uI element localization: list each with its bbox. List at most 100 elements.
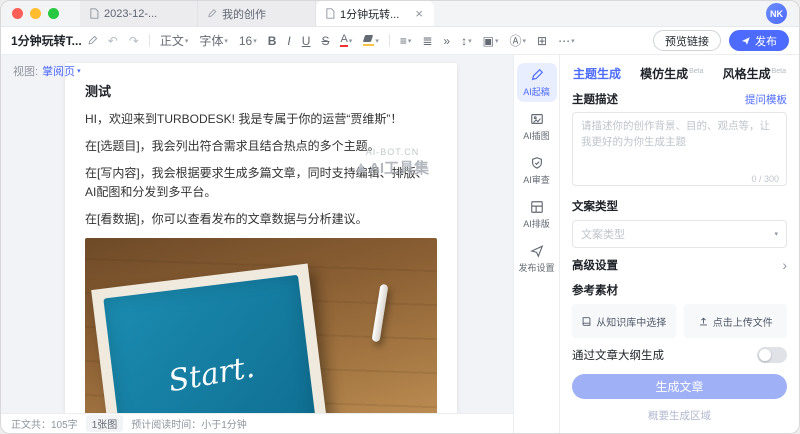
rail-item-ai-illustration[interactable]: AI插图: [517, 107, 557, 146]
italic-button[interactable]: I: [284, 33, 293, 49]
font-color-icon: A: [340, 34, 347, 47]
preview-link-button[interactable]: 预览链接: [653, 30, 721, 51]
photo-blue-card: Start.: [103, 275, 319, 413]
list-button[interactable]: ≣: [419, 33, 435, 49]
paragraph-style-dropdown[interactable]: 正文▾: [157, 31, 192, 50]
editor-canvas[interactable]: 视图: 掌阅页 ▾ 测试 HI，欢迎来到TURBODESK! 我是专属于你的运营…: [1, 55, 513, 413]
rail-item-ai-layout[interactable]: AI排版: [517, 195, 557, 234]
toolbar-divider: [389, 34, 390, 47]
tab-current-doc[interactable]: 1分钟玩转... ×: [316, 1, 434, 26]
photo-chalk-stick: [372, 284, 389, 343]
upload-file-button[interactable]: 点击上传文件: [684, 304, 788, 338]
close-window-button[interactable]: [12, 8, 23, 19]
outline-toggle[interactable]: [757, 347, 787, 363]
minimize-window-button[interactable]: [30, 8, 41, 19]
summary-area-hint: 概要生成区域: [572, 408, 787, 423]
image-count-badge: 1张图: [86, 415, 124, 432]
doc-paragraph: 在[写内容]，我会根据要求生成多篇文章，同时支持编辑、排版、AI配图和分发到多平…: [85, 164, 437, 204]
photo-start-text: Start.: [165, 350, 256, 399]
chevron-down-icon: ▾: [253, 37, 257, 45]
strikethrough-button[interactable]: S: [318, 33, 332, 49]
more-tools-dropdown[interactable]: ⋯ ▾: [555, 33, 578, 49]
beta-badge: Beta: [772, 68, 786, 75]
chevron-down-icon: ▾: [224, 37, 228, 45]
book-icon: [581, 316, 592, 327]
insert-table-button[interactable]: ⊞: [534, 33, 550, 49]
tab-dated-doc[interactable]: 2023-12-...: [80, 1, 198, 26]
read-time: 预计阅读时间：小于1分钟: [131, 416, 247, 431]
editor-column: 视图: 掌阅页 ▾ 测试 HI，欢迎来到TURBODESK! 我是专属于你的运营…: [1, 55, 513, 433]
tab-label: 2023-12-...: [104, 8, 188, 20]
chevron-down-icon: ▾: [77, 67, 81, 75]
rail-item-publish-settings[interactable]: 发布设置: [517, 239, 557, 278]
generate-article-button[interactable]: 生成文章: [572, 374, 787, 399]
window-tabs: 2023-12-... 我的创作 1分钟玩转... ×: [80, 1, 434, 26]
align-dropdown[interactable]: ≡ ▾: [397, 33, 415, 49]
advanced-settings-row[interactable]: 高级设置 ›: [572, 257, 787, 273]
font-color-dropdown[interactable]: A ▾: [337, 33, 355, 48]
bold-button[interactable]: B: [265, 33, 280, 49]
underline-button[interactable]: U: [299, 33, 314, 49]
chevron-down-icon: ▾: [185, 37, 189, 45]
status-bar: 正文共：105字 1张图 预计阅读时间：小于1分钟: [1, 413, 513, 433]
outline-generation-row: 通过文章大纲生成: [572, 347, 787, 363]
copy-type-select[interactable]: 文案类型 ▾: [572, 220, 787, 248]
redo-button[interactable]: ↷: [126, 33, 142, 49]
highlight-color-dropdown[interactable]: ▾: [360, 34, 382, 47]
image-icon: ▣: [483, 34, 494, 48]
question-template-link[interactable]: 提问模板: [745, 92, 787, 107]
chevron-down-icon: ▾: [375, 37, 379, 45]
copy-type-label: 文案类型: [572, 198, 787, 214]
view-selector[interactable]: 视图: 掌阅页 ▾: [13, 63, 81, 79]
line-spacing-icon: ↕: [461, 34, 467, 48]
reference-material-section: 参考素材 从知识库中选择 点击上传文件: [572, 282, 787, 338]
chevron-down-icon: ▾: [349, 37, 353, 45]
chevron-down-icon: ▾: [468, 37, 472, 45]
layout-icon: [530, 200, 544, 214]
rail-item-ai-review[interactable]: AI审查: [517, 151, 557, 190]
indent-button[interactable]: »: [440, 33, 453, 49]
rail-item-label: AI起稿: [523, 85, 550, 98]
ai-tools-rail: AI起稿 AI插图 AI审查 AI排版 发布设置: [513, 55, 559, 433]
tab-imitate-generation[interactable]: 模仿生成Beta: [640, 65, 703, 82]
app-window: 2023-12-... 我的创作 1分钟玩转... × NK 1分钟玩转T...: [0, 0, 800, 434]
send-icon: [530, 244, 544, 258]
publish-button[interactable]: 发布: [729, 30, 789, 51]
outline-generation-label: 通过文章大纲生成: [572, 347, 664, 363]
undo-button[interactable]: ↶: [105, 33, 121, 49]
document-icon: [325, 8, 335, 19]
tab-label: 1分钟玩转...: [340, 6, 408, 22]
user-avatar[interactable]: NK: [766, 3, 787, 24]
generation-tabs: 主题生成 模仿生成Beta 风格生成Beta: [572, 65, 787, 82]
select-from-knowledge-base-button[interactable]: 从知识库中选择: [572, 304, 676, 338]
toolbar: 1分钟玩转T... ↶ ↷ 正文▾ 字体▾ 16▾ B I U S A ▾ ▾ …: [1, 27, 799, 55]
tab-style-generation[interactable]: 风格生成Beta: [723, 65, 786, 82]
doc-paragraph: HI，欢迎来到TURBODESK! 我是专属于你的运营“贾维斯”！: [85, 110, 437, 130]
document-page[interactable]: 测试 HI，欢迎来到TURBODESK! 我是专属于你的运营“贾维斯”！ 在[选…: [65, 63, 457, 413]
rail-item-ai-draft[interactable]: AI起稿: [517, 63, 557, 102]
doc-paragraph: 在[看数据]，你可以查看发布的文章数据与分析建议。: [85, 210, 437, 230]
inserted-photo[interactable]: Start.: [85, 238, 437, 413]
close-tab-icon[interactable]: ×: [413, 7, 425, 20]
tab-topic-generation[interactable]: 主题生成: [573, 65, 621, 82]
rail-item-label: AI插图: [523, 129, 550, 142]
tab-my-creations[interactable]: 我的创作: [198, 1, 316, 26]
font-size-dropdown[interactable]: 16▾: [236, 33, 260, 49]
zoom-window-button[interactable]: [48, 8, 59, 19]
font-family-dropdown[interactable]: 字体▾: [196, 31, 231, 50]
line-spacing-dropdown[interactable]: ↕ ▾: [458, 33, 475, 49]
rail-item-label: AI审查: [523, 173, 550, 186]
chevron-down-icon: ▾: [495, 37, 499, 45]
titlebar: 2023-12-... 我的创作 1分钟玩转... × NK: [1, 1, 799, 27]
image-icon: [530, 112, 544, 126]
text-frame-dropdown[interactable]: Ⓐ ▾: [506, 31, 529, 50]
copy-type-placeholder: 文案类型: [581, 226, 625, 242]
edit-title-icon[interactable]: [87, 35, 98, 46]
beta-badge: Beta: [689, 68, 703, 75]
insert-image-dropdown[interactable]: ▣ ▾: [480, 33, 502, 49]
view-value: 掌阅页: [42, 63, 75, 79]
doc-heading: 测试: [85, 81, 437, 100]
rail-item-label: 发布设置: [518, 261, 554, 274]
main-content: 视图: 掌阅页 ▾ 测试 HI，欢迎来到TURBODESK! 我是专属于你的运营…: [1, 55, 799, 433]
word-count: 正文共：105字: [11, 416, 78, 431]
